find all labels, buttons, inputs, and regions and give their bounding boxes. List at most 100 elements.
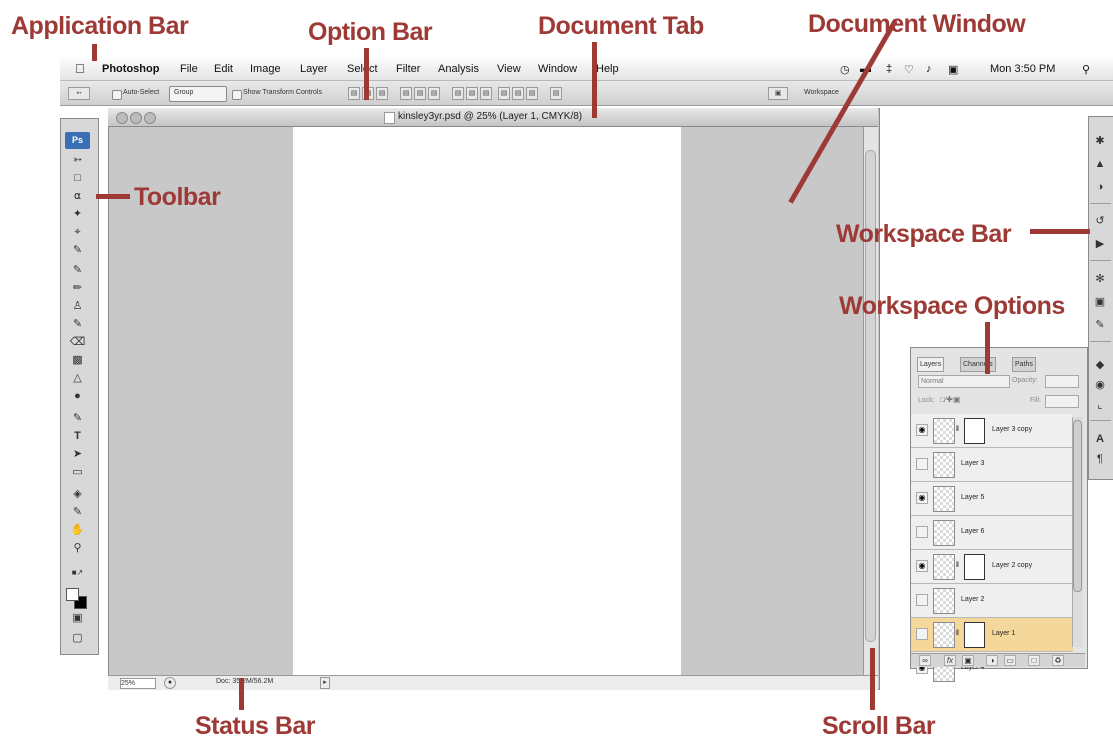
shape-tool-icon[interactable]: ▭ — [65, 466, 90, 479]
history-brush-tool-icon[interactable]: ✎ — [65, 318, 90, 331]
blur-tool-icon[interactable]: △ — [65, 372, 90, 385]
eraser-tool-icon[interactable]: ⌫ — [65, 336, 90, 349]
move-tool-icon[interactable]: ➳ — [65, 154, 90, 167]
distribute-bottom-icon[interactable]: ▤ — [480, 87, 492, 100]
menu-filter[interactable]: Filter — [396, 63, 420, 75]
eyedropper-tool-icon[interactable]: ✎ — [65, 244, 90, 257]
gradient-tool-icon[interactable]: ▩ — [65, 354, 90, 367]
clone-stamp-tool-icon[interactable]: ♙ — [65, 300, 90, 313]
menu-view[interactable]: View — [497, 63, 521, 75]
mask-link-icon[interactable]: ‖ — [956, 426, 959, 433]
brushes-panel-icon[interactable]: ✻ — [1092, 272, 1108, 286]
adjustments-panel-icon[interactable]: ◑ — [1092, 180, 1108, 194]
crop-tool-icon[interactable]: ⌖ — [65, 226, 90, 239]
adjustment-layer-icon[interactable]: ◑ — [986, 655, 998, 666]
visibility-eye-icon[interactable] — [916, 628, 928, 640]
distribute-vcenter-icon[interactable]: ▤ — [466, 87, 478, 100]
masks-panel-icon[interactable]: ◆ — [1092, 358, 1108, 372]
mask-link-icon[interactable]: ‖ — [956, 630, 959, 637]
menu-help[interactable]: Help — [596, 63, 619, 75]
spotlight-icon[interactable]: ⚲ — [1082, 63, 1090, 76]
menu-layer[interactable]: Layer — [300, 63, 328, 75]
marquee-tool-icon[interactable]: □ — [65, 172, 90, 185]
zoom-field[interactable]: 25% — [120, 678, 156, 689]
quick-selection-tool-icon[interactable]: ✦ — [65, 208, 90, 221]
tab-channels[interactable]: Channels — [960, 357, 996, 372]
align-left-icon[interactable]: ▤ — [400, 87, 412, 100]
mask-link-icon[interactable]: ‖ — [956, 562, 959, 569]
link-layers-icon[interactable]: ∞ — [919, 655, 931, 666]
layer-row[interactable]: Layer 2 — [911, 584, 1073, 618]
zoom-tool-icon[interactable]: ⚲ — [65, 542, 90, 555]
clone-source-panel-icon[interactable]: ▣ — [1092, 295, 1108, 309]
screen-mode-icon[interactable]: ▢ — [65, 632, 90, 645]
menu-file[interactable]: File — [180, 63, 198, 75]
info-panel-icon[interactable]: ⌞ — [1092, 398, 1108, 412]
document-canvas[interactable] — [293, 127, 681, 677]
default-colors-icon[interactable]: ■↗ — [65, 566, 90, 579]
auto-align-icon[interactable]: ▤ — [550, 87, 562, 100]
menu-photoshop[interactable]: Photoshop — [102, 63, 159, 75]
workspace-label[interactable]: Workspace — [804, 89, 839, 96]
brush-tool-icon[interactable]: ✏ — [65, 282, 90, 295]
layers-scroll-thumb[interactable] — [1073, 420, 1082, 592]
distribute-hcenter-icon[interactable]: ▤ — [512, 87, 524, 100]
lock-buttons-icon[interactable]: □∕✚▣ — [940, 394, 972, 405]
layer-row[interactable]: ◉ ‖ Layer 3 copy — [911, 414, 1073, 448]
hand-tool-icon[interactable]: ✋ — [65, 524, 90, 537]
styles-panel-icon[interactable]: ✎ — [1092, 318, 1108, 332]
3d-camera-tool-icon[interactable]: ✎ — [65, 506, 90, 519]
menu-clock[interactable]: Mon 3:50 PM — [990, 63, 1055, 75]
visibility-eye-icon[interactable] — [916, 526, 928, 538]
visibility-eye-icon[interactable]: ◉ — [916, 560, 928, 572]
menu-edit[interactable]: Edit — [214, 63, 233, 75]
minimize-window-icon[interactable] — [130, 112, 142, 124]
pen-tool-icon[interactable]: ✎ — [65, 412, 90, 425]
history-panel-icon[interactable]: ↺ — [1092, 214, 1108, 228]
paragraph-panel-icon[interactable]: ¶ — [1092, 452, 1108, 466]
delete-layer-icon[interactable]: ♻ — [1052, 655, 1064, 666]
distribute-left-icon[interactable]: ▤ — [498, 87, 510, 100]
status-info-icon[interactable]: ● — [164, 677, 176, 689]
align-hcenter-icon[interactable]: ▤ — [414, 87, 426, 100]
blend-mode-select[interactable]: Normal — [918, 375, 1010, 388]
align-right-icon[interactable]: ▤ — [428, 87, 440, 100]
distribute-right-icon[interactable]: ▤ — [526, 87, 538, 100]
move-tool-preset-icon[interactable]: ➳ — [68, 87, 90, 100]
workspace-switch-icon[interactable]: ▣ — [768, 87, 788, 100]
document-tab[interactable]: kinsley3yr.psd @ 25% (Layer 1, CMYK/8) — [108, 108, 878, 127]
quick-mask-icon[interactable]: ▣ — [65, 612, 90, 625]
layer-row[interactable]: Layer 3 — [911, 448, 1073, 482]
zoom-window-icon[interactable] — [144, 112, 156, 124]
close-window-icon[interactable] — [116, 112, 128, 124]
add-mask-icon[interactable]: ▣ — [962, 655, 974, 666]
volume-icon[interactable]: ♪ — [926, 63, 932, 75]
navigator-panel-icon[interactable]: ◉ — [1092, 378, 1108, 392]
visibility-eye-icon[interactable] — [916, 458, 928, 470]
time-machine-icon[interactable]: ◷ — [840, 63, 850, 76]
status-menu-arrow-icon[interactable]: ▸ — [320, 677, 330, 689]
align-bottom-icon[interactable]: ▤ — [376, 87, 388, 100]
menu-image[interactable]: Image — [250, 63, 281, 75]
layer-style-icon[interactable]: fx — [944, 655, 956, 666]
layer-row[interactable]: ◉ ‖ Layer 2 copy — [911, 550, 1073, 584]
layer-row[interactable]: Layer 6 — [911, 516, 1073, 550]
battery-icon[interactable]: ▣ — [948, 63, 958, 76]
layer-row[interactable]: ◉ Layer 5 — [911, 482, 1073, 516]
wifi-icon[interactable]: ♡ — [904, 63, 914, 76]
apple-icon[interactable]:  — [75, 61, 85, 76]
menu-window[interactable]: Window — [538, 63, 577, 75]
color-panel-icon[interactable]: ✱ — [1092, 134, 1108, 148]
healing-brush-tool-icon[interactable]: ✎ — [65, 264, 90, 277]
align-top-icon[interactable]: ▤ — [348, 87, 360, 100]
layer-mask-thumbnail[interactable] — [964, 554, 985, 580]
character-panel-icon[interactable]: A — [1092, 432, 1108, 446]
new-group-icon[interactable]: ▭ — [1004, 655, 1016, 666]
layer-mask-thumbnail[interactable] — [964, 418, 985, 444]
visibility-eye-icon[interactable] — [916, 594, 928, 606]
tab-layers[interactable]: Layers — [917, 357, 945, 372]
new-layer-icon[interactable]: □ — [1028, 655, 1040, 666]
visibility-eye-icon[interactable]: ◉ — [916, 492, 928, 504]
dodge-tool-icon[interactable]: ● — [65, 390, 90, 403]
auto-select-checkbox[interactable] — [112, 90, 122, 100]
